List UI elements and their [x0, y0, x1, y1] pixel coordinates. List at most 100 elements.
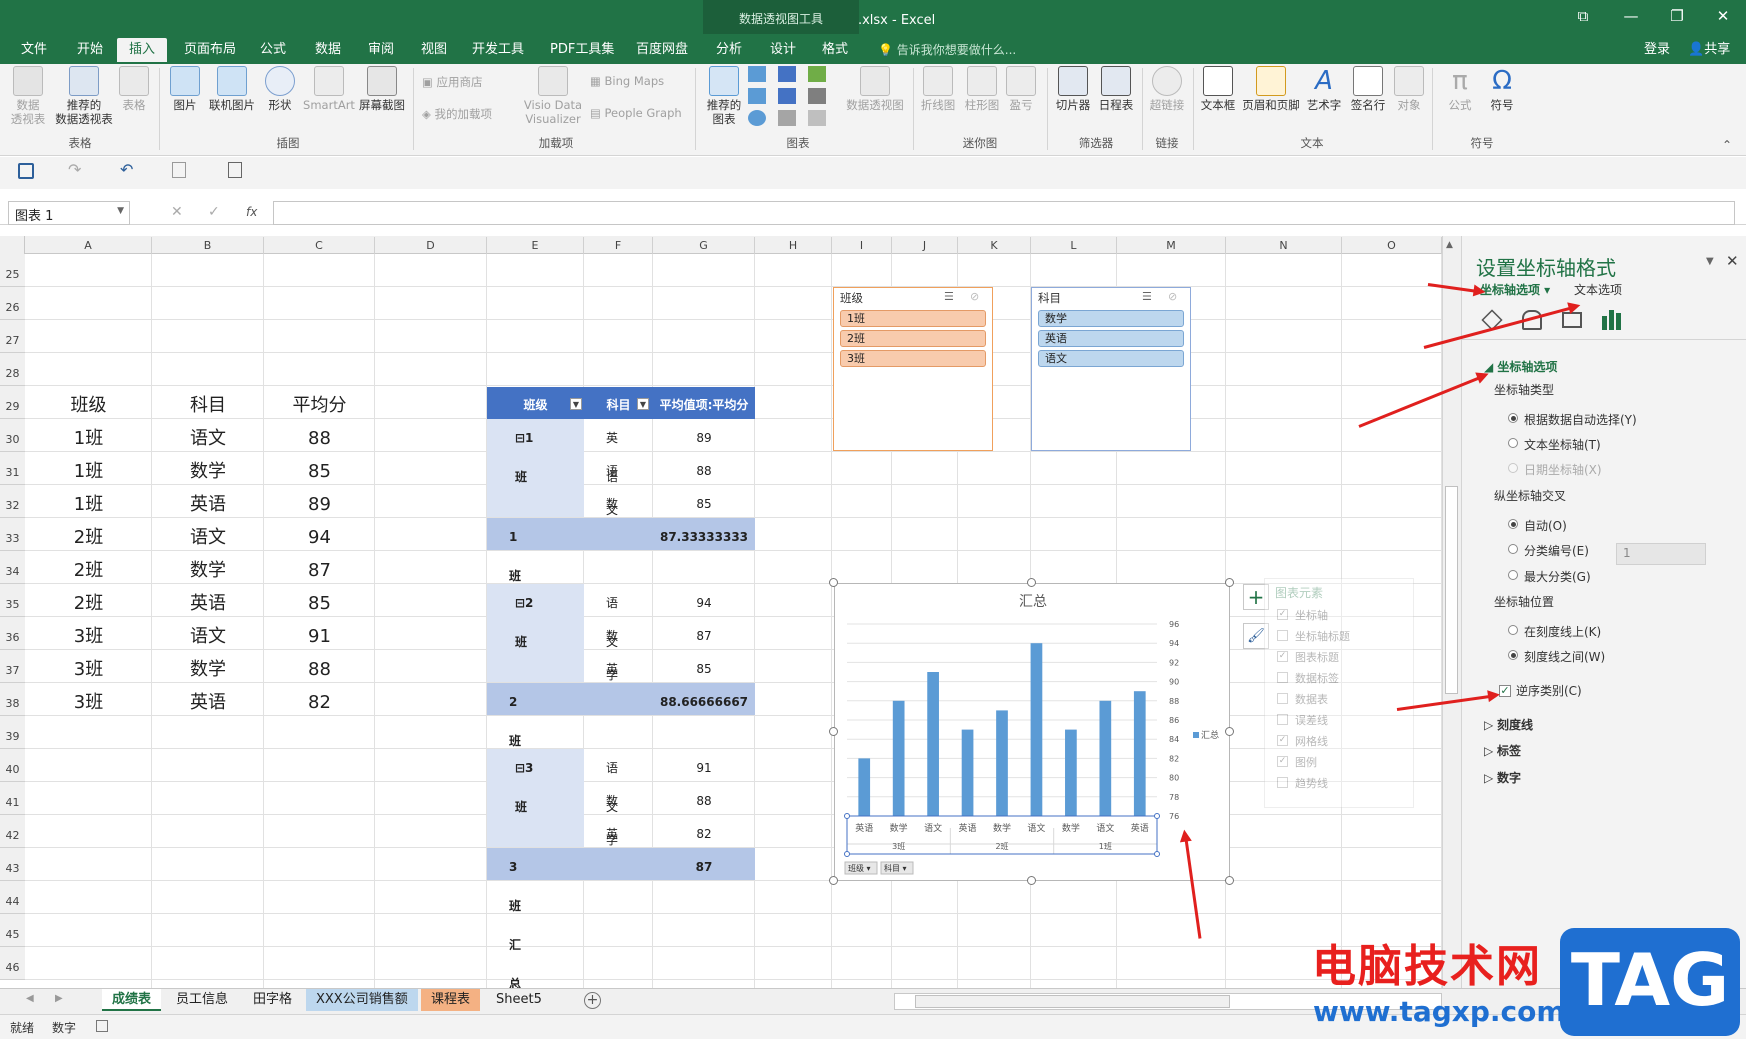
tab-format[interactable]: 格式	[818, 38, 852, 62]
sparkline-line-button[interactable]: 折线图	[918, 66, 958, 112]
print-icon[interactable]	[228, 162, 242, 178]
column-header[interactable]: E	[487, 237, 584, 254]
pivot-chart[interactable]: 汇总 96 94 92 90 88 86 84 82 80 78 76 英语 数学 语文 英语 数学 语文 数学 语文…	[834, 583, 1230, 881]
chart-element-label[interactable]: 趋势线	[1295, 775, 1328, 791]
column-header[interactable]: J	[892, 237, 958, 254]
enter-icon[interactable]: ✓	[208, 204, 220, 220]
pivot-header[interactable]: 平均值项:平均分	[653, 386, 755, 419]
source-cell[interactable]: 3班	[25, 683, 152, 716]
clear-filter-icon[interactable]: ⊘	[1168, 290, 1177, 303]
column-header[interactable]: H	[755, 237, 832, 254]
pivot-subject[interactable]: 英语	[606, 419, 618, 484]
pivot-subject[interactable]: 数学	[606, 485, 618, 550]
sparkline-column-button[interactable]: 柱形图	[962, 66, 1002, 112]
column-header[interactable]: N	[1226, 237, 1342, 254]
my-addins-button[interactable]: ◈ 我的加载项	[422, 106, 492, 122]
axis-options-bars-icon[interactable]	[1602, 308, 1624, 330]
pivot-subject[interactable]: 语文	[606, 452, 618, 517]
column-header[interactable]: B	[152, 237, 264, 254]
source-cell[interactable]: 88	[264, 650, 375, 683]
vertical-scroll-thumb[interactable]	[1445, 486, 1458, 694]
chart-element-label[interactable]: 坐标轴	[1295, 607, 1328, 623]
pivot-total-label[interactable]: 1班 汇总	[509, 518, 521, 661]
source-header[interactable]: 班级	[25, 386, 152, 419]
screenshot-button[interactable]: 屏幕截图	[357, 66, 407, 112]
tab-formulas[interactable]: 公式	[256, 38, 290, 62]
column-header[interactable]: D	[375, 237, 487, 254]
tab-data[interactable]: 数据	[311, 38, 345, 62]
table-button[interactable]: 表格	[118, 66, 150, 112]
slicer-item-english[interactable]: 英语	[1038, 330, 1184, 347]
row-header[interactable]: 39	[0, 716, 25, 749]
timeline-button[interactable]: 日程表	[1096, 66, 1136, 112]
source-cell[interactable]: 1班	[25, 452, 152, 485]
row-header[interactable]: 33	[0, 518, 25, 551]
chart-element-label[interactable]: 图表标题	[1295, 649, 1339, 665]
column-header[interactable]: K	[958, 237, 1031, 254]
pie-chart-icon[interactable]	[748, 110, 766, 126]
chart-resize-handle[interactable]	[829, 727, 838, 736]
line-chart-icon[interactable]	[748, 88, 766, 104]
tab-file[interactable]: 文件	[17, 38, 51, 62]
chart-resize-handle[interactable]	[829, 578, 838, 587]
axis-type-auto[interactable]: 根据数据自动选择(Y)	[1524, 411, 1637, 428]
source-header[interactable]: 科目	[152, 386, 264, 419]
vertical-scrollbar[interactable]: ▲	[1442, 236, 1461, 988]
row-header[interactable]: 41	[0, 782, 25, 815]
source-cell[interactable]: 3班	[25, 650, 152, 683]
pivottable-button[interactable]: 数据 透视表	[6, 66, 50, 126]
shapes-button[interactable]: 形状	[262, 66, 298, 112]
radio-auto-select[interactable]	[1508, 413, 1518, 423]
row-header[interactable]: 45	[0, 914, 25, 947]
source-cell[interactable]: 英语	[152, 584, 264, 617]
source-cell[interactable]: 2班	[25, 584, 152, 617]
cross-category-number[interactable]: 分类编号(E)	[1524, 542, 1589, 559]
symbol-button[interactable]: Ω 符号	[1482, 66, 1522, 112]
row-header[interactable]: 38	[0, 683, 25, 716]
pane-close-icon[interactable]: ✕	[1726, 252, 1739, 270]
chart-element-checkbox[interactable]: ✓	[1277, 735, 1288, 746]
smartart-button[interactable]: SmartArt	[301, 66, 357, 112]
people-graph-button[interactable]: ▤ People Graph	[590, 106, 682, 120]
source-cell[interactable]: 数学	[152, 452, 264, 485]
row-header[interactable]: 29	[0, 386, 25, 419]
tab-design[interactable]: 设计	[766, 38, 800, 62]
radio-cross-auto[interactable]	[1508, 519, 1518, 529]
pivot-value[interactable]: 88	[653, 782, 755, 815]
tab-view[interactable]: 视图	[417, 38, 451, 62]
chart-resize-handle[interactable]	[1225, 876, 1234, 885]
radio-text-axis[interactable]	[1508, 438, 1518, 448]
chart-element-label[interactable]: 数据表	[1295, 691, 1328, 707]
row-header[interactable]: 42	[0, 815, 25, 848]
source-cell[interactable]: 语文	[152, 419, 264, 452]
pivot-subject[interactable]: 数学	[606, 782, 618, 847]
column-header[interactable]: O	[1342, 237, 1442, 254]
sheet-tab-sales[interactable]: XXX公司销售额	[306, 989, 418, 1011]
chart-element-checkbox[interactable]	[1277, 672, 1288, 683]
source-cell[interactable]: 89	[264, 485, 375, 518]
row-header[interactable]: 35	[0, 584, 25, 617]
sheet-tab-schedule[interactable]: 课程表	[421, 989, 481, 1011]
chart-resize-handle[interactable]	[1225, 727, 1234, 736]
chart-element-checkbox[interactable]: ✓	[1277, 609, 1288, 620]
pivot-subject[interactable]: 数学	[606, 617, 618, 682]
source-cell[interactable]: 1班	[25, 485, 152, 518]
slicer-item-2[interactable]: 2班	[840, 330, 986, 347]
source-cell[interactable]: 85	[264, 452, 375, 485]
chart-element-label[interactable]: 网格线	[1295, 733, 1328, 749]
pivot-subject[interactable]: 英语	[606, 650, 618, 715]
filter-dropdown-icon[interactable]: ▼	[570, 398, 582, 410]
pivot-subject[interactable]: 语文	[606, 584, 618, 649]
row-header[interactable]: 43	[0, 848, 25, 881]
column-chart-icon[interactable]	[748, 66, 766, 82]
wordart-button[interactable]: A 艺术字	[1304, 66, 1344, 112]
pivot-subject[interactable]: 语文	[606, 749, 618, 814]
column-header[interactable]: L	[1031, 237, 1117, 254]
undo-icon[interactable]: ↶	[120, 160, 133, 179]
slicer-subject[interactable]: 科目 ☰ ⊘ 数学 英语 语文	[1031, 287, 1191, 451]
multi-select-icon[interactable]: ☰	[1142, 290, 1152, 303]
source-cell[interactable]: 3班	[25, 617, 152, 650]
row-header[interactable]: 30	[0, 419, 25, 452]
online-picture-button[interactable]: 联机图片	[206, 66, 258, 112]
column-header[interactable]: I	[832, 237, 892, 254]
